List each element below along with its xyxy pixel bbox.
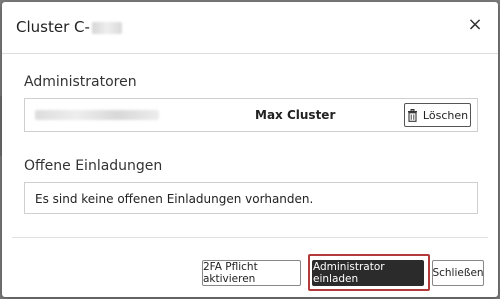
modal-body: Administratoren Max Cluster Löschen Offe…	[12, 62, 488, 238]
admin-row: Max Cluster Löschen	[24, 98, 478, 132]
redacted-cluster-id	[91, 21, 122, 34]
redacted-admin-email	[35, 110, 159, 120]
delete-label: Löschen	[422, 108, 469, 122]
cluster-admin-modal: Cluster C- × Administratoren Max Cluster	[2, 2, 498, 297]
modal-title-text: Cluster C-	[16, 18, 90, 36]
enable-2fa-button[interactable]: 2FA Pflicht aktivieren	[202, 260, 301, 286]
admin-name: Max Cluster	[255, 108, 336, 122]
modal-header: Cluster C- ×	[2, 2, 498, 54]
invitations-empty-message: Es sind keine offenen Einladungen vorhan…	[24, 182, 478, 214]
modal-title: Cluster C-	[16, 18, 122, 36]
trash-icon	[407, 108, 418, 122]
close-icon[interactable]: ×	[466, 16, 484, 34]
delete-admin-button[interactable]: Löschen	[404, 103, 471, 127]
invite-admin-button[interactable]: Administrator einladen	[312, 260, 424, 286]
administrators-title: Administratoren	[24, 74, 137, 90]
close-button[interactable]: Schließen	[432, 260, 484, 286]
invitations-title: Offene Einladungen	[24, 158, 163, 174]
